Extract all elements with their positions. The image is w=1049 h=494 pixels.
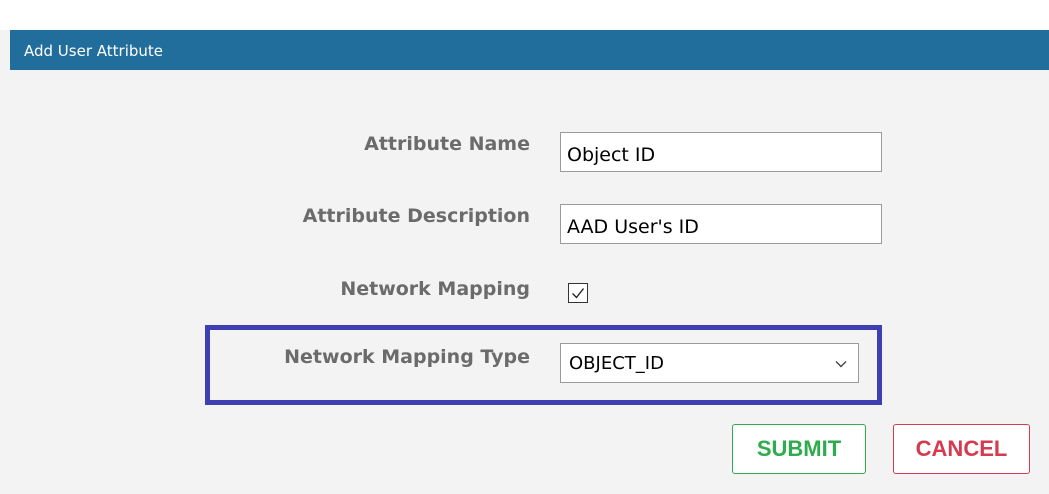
network-mapping-checkbox[interactable]	[568, 283, 588, 303]
attribute-name-label: Attribute Name	[364, 133, 530, 155]
submit-button[interactable]: SUBMIT	[732, 424, 866, 474]
top-margin	[0, 0, 1049, 30]
attribute-description-label: Attribute Description	[302, 205, 530, 227]
cancel-button[interactable]: CANCEL	[893, 424, 1030, 474]
network-mapping-type-value: OBJECT_ID	[569, 353, 664, 374]
attribute-name-input[interactable]	[560, 132, 882, 172]
network-mapping-type-label: Network Mapping Type	[284, 346, 530, 368]
dialog-title-bar: Add User Attribute	[10, 30, 1049, 70]
attribute-description-input[interactable]	[560, 204, 882, 244]
dialog-title: Add User Attribute	[24, 42, 163, 60]
add-user-attribute-dialog: Add User Attribute Attribute Name Attrib…	[0, 0, 1049, 494]
chevron-down-icon	[835, 361, 847, 368]
checkmark-icon	[572, 288, 585, 299]
network-mapping-label: Network Mapping	[340, 278, 530, 300]
network-mapping-type-select[interactable]: OBJECT_ID	[560, 343, 859, 383]
